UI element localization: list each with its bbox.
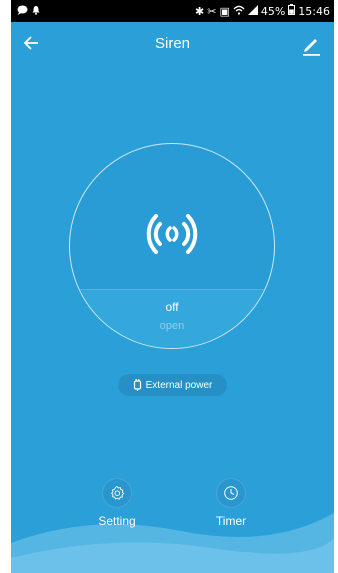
plug-icon bbox=[133, 379, 141, 391]
decorative-wave bbox=[11, 513, 334, 573]
edit-button[interactable] bbox=[300, 34, 322, 56]
timer-button[interactable]: Timer bbox=[201, 478, 261, 528]
setting-button[interactable]: Setting bbox=[87, 478, 147, 528]
clock-time: 15:46 bbox=[298, 4, 330, 18]
circle-status-panel bbox=[70, 289, 274, 348]
device-state-label: off bbox=[165, 300, 179, 314]
battery-icon bbox=[288, 4, 296, 18]
vibrate-icon: ▣ bbox=[219, 4, 230, 18]
siren-control-circle[interactable]: off open bbox=[69, 143, 275, 349]
battery-percent: 45% bbox=[260, 4, 286, 18]
notification-icon bbox=[32, 5, 40, 18]
status-bar: ✱ ✂ ▣ 45% 15:46 bbox=[11, 0, 334, 22]
timer-label: Timer bbox=[215, 514, 247, 528]
device-screen: ✱ ✂ ▣ 45% 15:46 Siren off open External … bbox=[11, 0, 334, 573]
message-icon bbox=[17, 5, 28, 18]
signal-icon bbox=[247, 4, 258, 18]
clock-icon bbox=[224, 486, 238, 500]
page-title: Siren bbox=[154, 35, 191, 52]
app-header: Siren bbox=[11, 22, 334, 68]
siren-icon bbox=[146, 214, 198, 254]
gear-icon bbox=[110, 485, 125, 500]
wifi-icon bbox=[233, 5, 245, 18]
bluetooth-icon: ✱ bbox=[195, 4, 205, 18]
pencil-icon bbox=[303, 39, 320, 56]
device-substate-label: open bbox=[159, 320, 185, 332]
setting-label: Setting bbox=[98, 514, 136, 528]
nfc-icon: ✂ bbox=[207, 4, 217, 18]
external-power-label: External power bbox=[145, 379, 213, 391]
external-power-badge: External power bbox=[118, 374, 227, 396]
